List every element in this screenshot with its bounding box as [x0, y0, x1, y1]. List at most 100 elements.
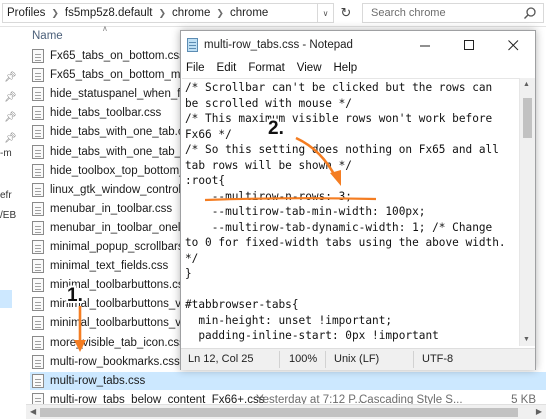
- editor-line: Fx66 */: [185, 127, 232, 141]
- editor-line: /* This maximum visible rows won't work …: [185, 112, 493, 125]
- pin-icon: 📌︎: [4, 112, 17, 123]
- css-file-icon: [32, 183, 44, 197]
- close-icon: [507, 39, 518, 50]
- step-2-label: 2.: [268, 118, 284, 139]
- menu-view[interactable]: View: [291, 59, 328, 77]
- refresh-icon[interactable]: ↻: [336, 3, 356, 23]
- editor-text: /* Scrollbar can't be clicked but the ro…: [182, 79, 519, 344]
- minimize-button[interactable]: [403, 31, 447, 59]
- nav-item-selected[interactable]: [0, 290, 12, 308]
- editor-line: */: [185, 251, 199, 265]
- chevron-right-icon: ❯: [158, 7, 167, 18]
- editor-line: --multirow-n-rows: 3;: [185, 189, 352, 203]
- css-file-icon: [32, 221, 44, 235]
- status-divider: [325, 351, 326, 368]
- editor-line: min-height: unset !important;: [185, 313, 393, 327]
- vertical-scrollbar[interactable]: ▲ ▼: [519, 78, 535, 346]
- chevron-right-icon: ❯: [51, 7, 59, 18]
- file-name: hide_toolbox_top_bottom_bo: [50, 165, 199, 177]
- scroll-right-icon[interactable]: ▶: [536, 407, 542, 416]
- css-file-icon: [32, 68, 44, 82]
- css-file-icon: [32, 297, 44, 311]
- scrollbar-thumb[interactable]: [523, 98, 532, 138]
- search-icon: [524, 7, 536, 19]
- chevron-right-icon: ❯: [216, 7, 224, 18]
- text-editor[interactable]: /* Scrollbar can't be clicked but the ro…: [182, 78, 519, 346]
- nav-item-fragment[interactable]: /EB: [0, 210, 16, 221]
- menu-bar: File Edit Format View Help: [181, 59, 535, 77]
- column-header-name[interactable]: Name ∧: [32, 24, 108, 48]
- close-button[interactable]: [491, 31, 535, 59]
- menu-help[interactable]: Help: [328, 59, 364, 77]
- css-file-icon: [32, 336, 44, 350]
- css-file-icon: [32, 259, 44, 273]
- css-file-icon: [32, 202, 44, 216]
- css-file-icon: [32, 49, 44, 63]
- breadcrumb-item[interactable]: chrome: [230, 7, 268, 19]
- css-file-icon: [32, 355, 44, 369]
- css-file-icon: [32, 125, 44, 139]
- notepad-window: multi-row_tabs.css - Notepad File Edit F…: [180, 30, 536, 370]
- menu-edit[interactable]: Edit: [211, 59, 243, 77]
- search-input[interactable]: Search chrome: [362, 3, 544, 23]
- column-header-label: Name: [32, 30, 63, 42]
- file-name: minimal_text_fields.css: [50, 260, 169, 272]
- sort-up-icon: ∧: [102, 24, 108, 33]
- editor-line: be scrolled with mouse */: [185, 96, 352, 110]
- css-file-icon: [32, 374, 44, 388]
- maximize-button[interactable]: [447, 31, 491, 59]
- line-ending: Unix (LF): [334, 353, 380, 365]
- chevron-down-icon[interactable]: ∨: [318, 3, 334, 23]
- css-file-icon: [32, 278, 44, 292]
- zoom-level: 100%: [289, 353, 318, 365]
- file-name: Fx65_tabs_on_bottom.css: [50, 50, 185, 62]
- scroll-up-icon[interactable]: ▲: [523, 81, 530, 88]
- editor-line: /* So this setting does nothing on Fx65 …: [185, 143, 499, 156]
- nav-item-fragment[interactable]: efr: [0, 190, 12, 201]
- status-divider: [279, 351, 280, 368]
- breadcrumb-item[interactable]: chrome: [172, 7, 210, 19]
- menu-file[interactable]: File: [181, 59, 211, 77]
- file-name: hide_tabs_toolbar.css: [50, 107, 162, 119]
- editor-line: :root{: [185, 174, 226, 187]
- navigation-pane: 📌︎ 📌︎ 📌︎ 📌︎ -m efr /EB: [0, 27, 26, 419]
- maximize-icon: [463, 39, 474, 50]
- file-name: more_visible_tab_icon.css: [50, 337, 185, 349]
- breadcrumb-item[interactable]: Profiles: [7, 7, 45, 19]
- horizontal-scrollbar[interactable]: ◀ ▶: [26, 404, 546, 419]
- file-name: minimal_toolbarbuttons_v3.c: [50, 317, 197, 329]
- notepad-title-bar[interactable]: multi-row_tabs.css - Notepad: [181, 31, 535, 59]
- scroll-left-icon[interactable]: ◀: [30, 407, 36, 416]
- editor-line: --multirow-tab-dynamic-width: 1; /* Chan…: [185, 220, 493, 234]
- breadcrumb-item[interactable]: fs5mp5z8.default: [65, 7, 153, 19]
- css-file-icon: [32, 87, 44, 101]
- file-name: minimal_popup_scrollbars.cs: [50, 241, 199, 253]
- file-row[interactable]: multi-row_tabs.css: [30, 372, 546, 390]
- nav-item-fragment[interactable]: -m: [0, 148, 12, 159]
- status-bar: Ln 12, Col 25 100% Unix (LF) UTF-8: [181, 348, 535, 370]
- window-title: multi-row_tabs.css - Notepad: [204, 39, 353, 51]
- scrollbar-thumb[interactable]: [40, 408, 518, 417]
- pin-icon: 📌︎: [4, 92, 17, 103]
- editor-line: #tabbrowser-tabs{: [185, 298, 299, 311]
- menu-format[interactable]: Format: [242, 59, 290, 77]
- pin-icon: 📌︎: [4, 133, 17, 144]
- address-bar: Profiles ❯ fs5mp5z8.default ❯ chrome ❯ c…: [0, 0, 546, 27]
- css-file-icon: [32, 145, 44, 159]
- editor-line: tab rows will be shown */: [185, 158, 352, 172]
- editor-line: /* Scrollbar can't be clicked but the ro…: [185, 81, 493, 94]
- file-name: menubar_in_toolbar.css: [50, 203, 173, 215]
- file-name: hide_tabs_with_one_tab.css: [50, 126, 196, 138]
- status-divider: [413, 351, 414, 368]
- breadcrumb[interactable]: Profiles ❯ fs5mp5z8.default ❯ chrome ❯ c…: [2, 3, 318, 23]
- scroll-down-icon[interactable]: ▼: [523, 336, 530, 343]
- step-1-label: 1.: [67, 285, 83, 306]
- css-file-icon: [32, 240, 44, 254]
- css-file-icon: [32, 316, 44, 330]
- encoding: UTF-8: [422, 353, 454, 365]
- minimize-icon: [419, 45, 430, 46]
- css-file-icon: [32, 106, 44, 120]
- editor-line: to 0 for fixed-width tabs using the abov…: [185, 236, 506, 249]
- file-name: multi-row_bookmarks.css: [50, 356, 180, 368]
